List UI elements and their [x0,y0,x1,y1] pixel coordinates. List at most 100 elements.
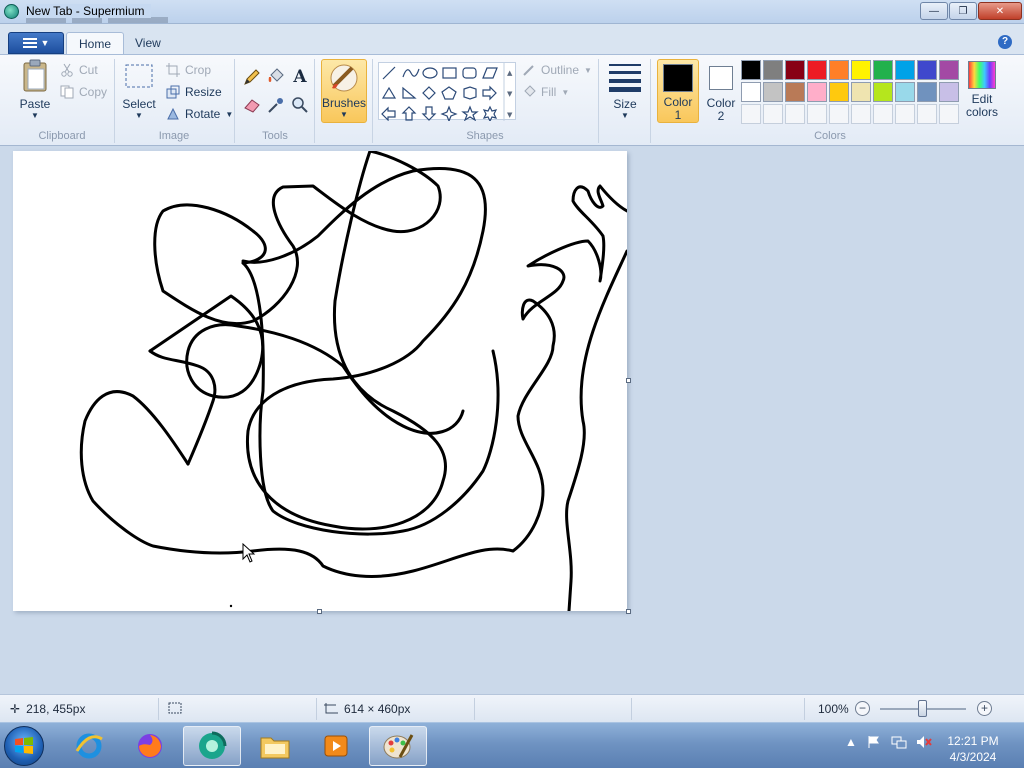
pencil-icon[interactable] [242,67,262,87]
palette-swatch[interactable] [939,82,959,102]
taskbar-file-explorer[interactable] [246,726,304,766]
maximize-button[interactable]: ❐ [949,2,977,20]
rotate-label: Rotate [185,107,221,121]
palette-swatch[interactable] [917,82,937,102]
drawing-canvas[interactable] [13,149,629,613]
palette-swatch-empty[interactable] [895,104,915,124]
shapes-grid: ▲ ▼ ▼ [381,63,513,123]
start-button[interactable] [4,726,44,766]
svg-text:▼: ▼ [507,90,513,98]
zoom-slider-thumb[interactable] [918,700,927,717]
resize-label: Resize [185,85,222,99]
palette-swatch-empty[interactable] [785,104,805,124]
clock-time: 12:21 PM [947,734,999,748]
eraser-icon[interactable] [242,95,262,115]
palette-swatch[interactable] [917,60,937,80]
taskbar-paint[interactable] [369,726,427,766]
rounded-rectangle-shape-icon [462,67,477,79]
palette-swatch[interactable] [873,60,893,80]
brushes-label: Brushes [322,96,367,110]
canvas-size: 614 × 460px [324,702,410,716]
palette-swatch[interactable] [741,60,761,80]
edit-colors-button[interactable]: Edit colors [962,61,1002,119]
resize-handle-bottom[interactable] [317,609,322,614]
palette-swatch-empty[interactable] [873,104,893,124]
fill-icon [524,85,536,97]
color-palette [741,60,959,124]
zoom-in-button[interactable]: + [977,701,992,716]
color2-number: 2 [717,109,725,123]
palette-swatch[interactable] [785,82,805,102]
taskbar-firefox[interactable] [121,726,179,766]
crop-button[interactable]: Crop [166,61,211,79]
text-tool-icon[interactable]: A [290,67,310,87]
shapes-gallery[interactable]: ▲ ▼ ▼ [378,62,516,123]
copy-button[interactable]: Copy [60,83,107,101]
close-button[interactable]: ✕ [978,2,1022,20]
palette-swatch[interactable] [763,82,783,102]
palette-swatch[interactable] [851,82,871,102]
arrow-right-shape-icon [482,85,497,101]
line-size-icon [609,64,641,92]
color-picker-icon[interactable] [266,95,286,115]
outline-button[interactable]: Outline ▼ [522,61,592,79]
size-button[interactable]: Size ▼ [606,61,644,120]
four-point-star-shape-icon [440,105,458,123]
palette-swatch-empty[interactable] [763,104,783,124]
zoom-level: 100% [818,702,849,716]
crop-icon [166,63,180,77]
palette-swatch-empty[interactable] [807,104,827,124]
paste-button[interactable]: Paste ▼ [16,59,54,120]
brushes-button[interactable]: Brushes ▼ [321,59,367,123]
ie-icon [75,733,103,759]
taskbar-media-player[interactable] [307,726,365,766]
palette-swatch[interactable] [939,60,959,80]
palette-swatch-empty[interactable] [741,104,761,124]
tab-home[interactable]: Home [66,32,125,55]
palette-swatch[interactable] [785,60,805,80]
palette-swatch-empty[interactable] [851,104,871,124]
color2-button[interactable]: Color 2 [700,59,742,123]
network-icon[interactable] [891,735,907,752]
curve-shape-icon [402,68,420,78]
size-label: Size [613,97,637,111]
system-clock[interactable]: 12:21 PM 4/3/2024 [940,733,1006,765]
resize-handle-corner[interactable] [626,609,631,614]
palette-swatch[interactable] [851,60,871,80]
zoom-out-button[interactable]: − [855,701,870,716]
magnifier-icon[interactable] [290,95,310,115]
resize-button[interactable]: Resize [166,83,222,101]
palette-swatch[interactable] [829,60,849,80]
fill-bucket-icon[interactable] [266,67,286,87]
palette-swatch-empty[interactable] [939,104,959,124]
color1-button[interactable]: Color 1 [657,59,699,123]
tab-view[interactable]: View [123,32,173,55]
palette-swatch-empty[interactable] [917,104,937,124]
palette-swatch[interactable] [741,82,761,102]
palette-swatch[interactable] [895,60,915,80]
palette-swatch[interactable] [895,82,915,102]
fill-button[interactable]: Fill ▼ [522,83,569,101]
help-icon[interactable]: ? [998,35,1012,49]
palette-swatch[interactable] [873,82,893,102]
rotate-button[interactable]: Rotate ▼ [166,105,233,123]
cut-button[interactable]: Cut [60,61,98,79]
resize-handle-right[interactable] [626,378,631,383]
chevron-down-icon: ▼ [225,109,234,119]
palette-swatch[interactable] [763,60,783,80]
palette-swatch[interactable] [829,82,849,102]
palette-swatch[interactable] [807,60,827,80]
palette-swatch[interactable] [807,82,827,102]
minimize-button[interactable]: — [920,2,948,20]
taskbar-supermium[interactable] [183,726,241,766]
show-hidden-icons-button[interactable]: ▲ [845,735,857,749]
svg-text:▲: ▲ [507,69,513,77]
palette-swatch-empty[interactable] [829,104,849,124]
select-button[interactable]: Select ▼ [120,61,158,120]
volume-muted-icon[interactable] [916,735,932,752]
right-triangle-shape-icon [402,86,417,99]
action-center-flag-icon[interactable] [867,735,881,752]
paint-menu-button[interactable]: ▼ [8,32,64,54]
select-icon [125,64,153,88]
taskbar-ie[interactable] [60,726,118,766]
